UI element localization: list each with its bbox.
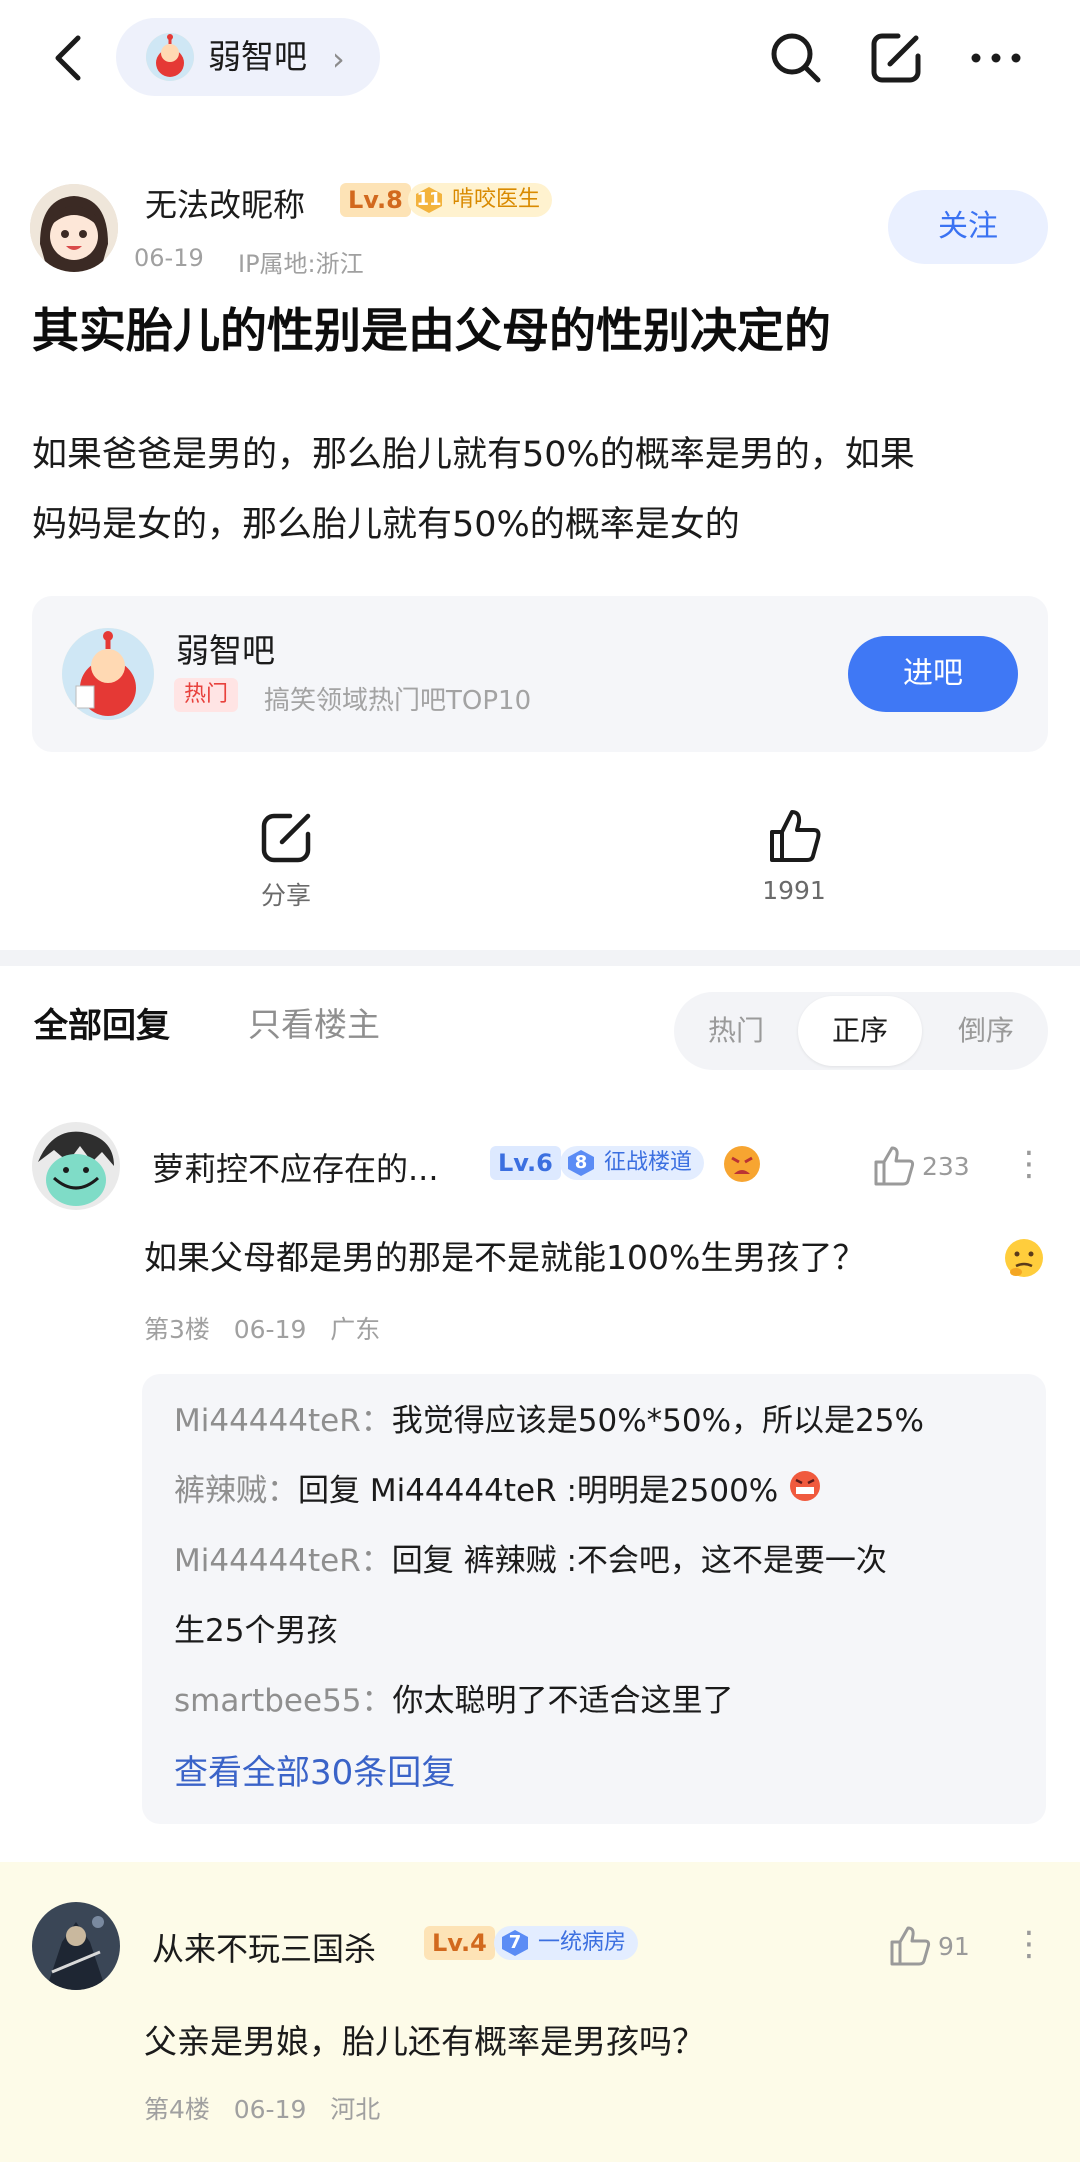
level-badge: Lv.6 <box>490 1146 561 1180</box>
comment-text: 如果父母都是男的那是不是就能100%生男孩了？ <box>144 1238 866 1277</box>
thumbs-up-icon <box>770 810 821 862</box>
sort-descending[interactable]: 倒序 <box>924 992 1048 1070</box>
section-divider <box>0 950 1080 966</box>
sub-reply-text: 你太聪明了不适合这里了 <box>392 1683 734 1719</box>
forum-card[interactable]: 弱智吧 热门 搞笑领域热门吧TOP10 进吧 <box>32 596 1048 752</box>
post-date: 06-19 <box>134 244 204 272</box>
forum-avatar-icon <box>146 33 194 81</box>
sort-hot[interactable]: 热门 <box>674 992 798 1070</box>
comment-more-icon[interactable]: ⋮ <box>1012 1924 1046 1964</box>
hot-tag: 热门 <box>174 678 239 712</box>
comment-floor: 第4楼 <box>144 2095 210 2124</box>
sub-reply: Mi44444teR：回复 裤辣贼 :不会吧，这不是要一次 <box>174 1526 1024 1596</box>
share-icon <box>261 813 311 863</box>
comment-more-icon[interactable]: ⋮ <box>1012 1144 1046 1184</box>
angry-face-icon <box>722 1144 762 1193</box>
thumbs-up-icon <box>890 1926 931 1966</box>
sub-reply-text: 回复 Mi44444teR :明明是2500% <box>298 1473 779 1509</box>
comment-date: 06-19 <box>233 1315 307 1344</box>
chevron-right-icon: › <box>332 40 345 78</box>
post-body: 如果爸爸是男的，那么胎儿就有50%的概率是男的，如果 妈妈是女的，那么胎儿就有5… <box>32 420 1052 560</box>
comment-location: 河北 <box>330 2095 381 2124</box>
badge-icon: 8 <box>566 1149 596 1177</box>
search-button[interactable] <box>768 30 824 86</box>
thinking-face-icon <box>1002 1236 1046 1284</box>
role-tag: 11 啃咬医生 <box>408 183 553 217</box>
back-button[interactable] <box>40 28 100 88</box>
sub-reply-user[interactable]: Mi44444teR： <box>174 1543 392 1579</box>
forum-card-desc: 搞笑领域热门吧TOP10 <box>264 686 532 716</box>
more-options-button[interactable] <box>968 30 1024 86</box>
tab-op-only[interactable]: 只看楼主 <box>248 998 380 1046</box>
sub-reply-user[interactable]: 裤辣贼： <box>174 1473 298 1509</box>
share-label: 分享 <box>260 881 311 910</box>
commenter-avatar[interactable] <box>32 1122 120 1210</box>
sub-reply-text: 生25个男孩 <box>174 1613 338 1649</box>
like-count: 1991 <box>762 876 826 905</box>
like-button[interactable]: 1991 <box>714 806 874 916</box>
forum-card-title: 弱智吧 <box>176 631 275 670</box>
level-badge: Lv.4 <box>424 1926 495 1960</box>
edit-icon <box>871 33 921 83</box>
level-badge: Lv.8 <box>340 183 411 217</box>
post-ip: IP属地:浙江 <box>238 250 364 278</box>
forum-name: 弱智吧 <box>208 37 307 76</box>
commenter-name[interactable]: 从来不玩三国杀 <box>152 1924 376 1970</box>
post-body-line: 如果爸爸是男的，那么胎儿就有50%的概率是男的，如果 <box>32 435 915 475</box>
comment-like-count: 91 <box>938 1932 970 1961</box>
forum-pill[interactable]: 弱智吧 › <box>116 18 380 96</box>
chevron-left-icon <box>55 35 81 81</box>
author-avatar[interactable] <box>30 184 118 272</box>
comment-meta: 第4楼 06-19 河北 <box>144 2090 380 2126</box>
sub-reply: Mi44444teR：我觉得应该是50%*50%，所以是25% <box>174 1386 1024 1456</box>
sub-reply: smartbee55：你太聪明了不适合这里了 <box>174 1666 1024 1736</box>
thumbs-up-icon <box>874 1146 915 1186</box>
post-title: 其实胎儿的性别是由父母的性别决定的 <box>32 304 831 359</box>
search-icon <box>771 33 821 83</box>
comment-text: 父亲是男娘，胎儿还有概率是男孩吗？ <box>144 2022 705 2061</box>
comment-like-count: 233 <box>922 1152 970 1181</box>
sub-replies-box[interactable]: Mi44444teR：我觉得应该是50%*50%，所以是25% 裤辣贼：回复 M… <box>142 1374 1046 1824</box>
more-horizontal-icon <box>971 53 1021 63</box>
sub-reply-user[interactable]: Mi44444teR： <box>174 1403 392 1439</box>
sort-ascending[interactable]: 正序 <box>798 996 922 1066</box>
share-button[interactable]: 分享 <box>206 808 366 918</box>
commenter-name[interactable]: 萝莉控不应存在的... <box>152 1144 439 1190</box>
sort-segment: 热门 正序 倒序 <box>674 992 1048 1070</box>
edit-button[interactable] <box>868 30 924 86</box>
commenter-avatar[interactable] <box>32 1902 120 1990</box>
comment-meta: 第3楼 06-19 广东 <box>144 1310 380 1346</box>
role-tag: 8 征战楼道 <box>560 1146 705 1180</box>
role-tag: 7 一统病房 <box>494 1926 639 1960</box>
enter-forum-button[interactable]: 进吧 <box>848 636 1018 712</box>
post-body-line: 妈妈是女的，那么胎儿就有50%的概率是女的 <box>32 505 740 545</box>
comment-date: 06-19 <box>233 2095 307 2124</box>
tab-all-replies[interactable]: 全部回复 <box>34 998 170 1047</box>
forum-card-avatar-icon <box>62 628 154 720</box>
badge-icon: 7 <box>500 1929 530 1957</box>
badge-icon: 11 <box>414 186 444 214</box>
comment-location: 广东 <box>330 1315 381 1344</box>
sub-reply-user[interactable]: smartbee55： <box>174 1683 393 1719</box>
grimacing-face-icon <box>788 1458 822 1528</box>
sub-reply: 裤辣贼：回复 Mi44444teR :明明是2500% <box>174 1456 1024 1528</box>
comment-floor: 第3楼 <box>144 1315 210 1344</box>
author-name[interactable]: 无法改昵称 <box>145 180 305 226</box>
view-all-replies-link[interactable]: 查看全部30条回复 <box>174 1738 455 1808</box>
sub-reply-continuation: 生25个男孩 <box>174 1596 1024 1666</box>
sub-reply-text: 回复 裤辣贼 :不会吧，这不是要一次 <box>391 1543 887 1579</box>
sub-reply-text: 我觉得应该是50%*50%，所以是25% <box>391 1403 924 1439</box>
follow-button[interactable]: 关注 <box>888 190 1048 264</box>
